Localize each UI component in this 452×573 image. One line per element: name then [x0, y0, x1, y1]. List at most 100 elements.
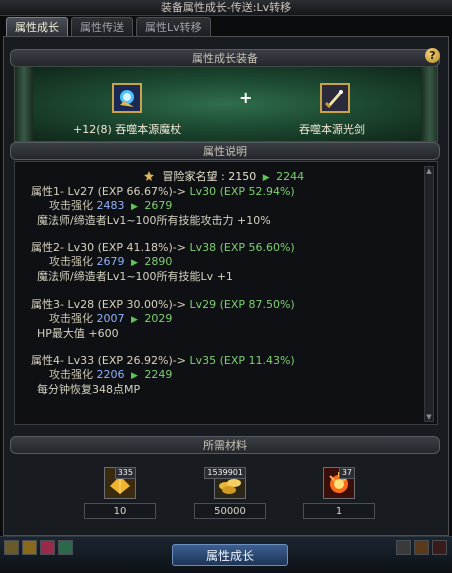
- attribute-4-stat-from: 2206: [96, 368, 125, 381]
- attribute-1-stat-line: 攻击强化 2483 ▶ 2679: [31, 199, 295, 214]
- hud-slot-icon[interactable]: [414, 540, 429, 555]
- attribute-3-effect: HP最大值 +600: [37, 327, 119, 340]
- panel-pillar-left: [15, 67, 33, 141]
- attribute-1-exp-to: (EXP 52.94%): [219, 185, 295, 198]
- panel-pillar-right: [421, 67, 437, 141]
- attribute-1-name: 属性1-: [31, 185, 64, 198]
- attribute-2-exp-to: (EXP 56.60%): [219, 241, 295, 254]
- hud-slot-icon[interactable]: [432, 540, 447, 555]
- attribute-1-lv-to: Lv30: [189, 185, 217, 198]
- attribute-1-level-line: 属性1- Lv27 (EXP 66.67%)-> Lv30 (EXP 52.94…: [31, 185, 295, 199]
- attribute-4-lv-to: Lv35: [189, 354, 217, 367]
- arrow-right-icon: ▶: [131, 315, 138, 325]
- window-title: 装备属性成长-传送:Lv转移: [0, 0, 452, 16]
- attribute-4-name: 属性4-: [31, 354, 64, 367]
- arrow-right-icon: ▶: [131, 371, 138, 381]
- source-equip-name: +12(8) 吞噬本源魔杖: [73, 121, 181, 137]
- attribute-block-2: 属性2- Lv30 (EXP 41.18%)-> Lv38 (EXP 56.60…: [31, 241, 295, 284]
- attribute-3-lv-to: Lv29: [189, 298, 217, 311]
- source-equip-slot[interactable]: [112, 83, 142, 113]
- help-button[interactable]: ?: [425, 48, 440, 63]
- material-slot-1[interactable]: 335: [104, 467, 136, 499]
- attribute-4-stat-to: 2249: [144, 368, 173, 381]
- attribute-block-3: 属性3- Lv28 (EXP 30.00%)-> Lv29 (EXP 87.50…: [31, 298, 295, 341]
- material-1-required: 10: [84, 503, 156, 519]
- tab-bar: 属性成长 属性传送 属性Lv转移: [6, 17, 211, 37]
- attribute-1-effect: 魔法师/缔造者Lv1~100所有技能攻击力 +10%: [37, 214, 271, 227]
- fame-label: 冒险家名望 :: [162, 170, 225, 183]
- hud-slot-icon[interactable]: [4, 540, 19, 555]
- material-2-owned: 1539901: [204, 467, 246, 479]
- attribute-2-lv-from: Lv30: [67, 241, 95, 254]
- attribute-1-stat-label: 攻击强化: [49, 199, 93, 212]
- tab-attribute-transfer[interactable]: 属性传送: [71, 17, 133, 37]
- attribute-3-lv-from: Lv28: [67, 298, 95, 311]
- material-slot-2[interactable]: 1539901: [204, 467, 246, 499]
- attribute-1-stat-from: 2483: [96, 199, 125, 212]
- scroll-up-icon[interactable]: ▲: [425, 167, 433, 175]
- attribute-3-stat-label: 攻击强化: [49, 312, 93, 325]
- equip-section-header: 属性成长装备: [10, 49, 440, 67]
- attribute-2-stat-to: 2890: [144, 255, 173, 268]
- attribute-4-lv-from: Lv33: [67, 354, 95, 367]
- attribute-4-exp-to: (EXP 11.43%): [219, 354, 295, 367]
- attribute-2-stat-from: 2679: [96, 255, 125, 268]
- attribute-3-level-line: 属性3- Lv28 (EXP 30.00%)-> Lv29 (EXP 87.50…: [31, 298, 295, 312]
- attribute-2-level-line: 属性2- Lv30 (EXP 41.18%)-> Lv38 (EXP 56.60…: [31, 241, 295, 255]
- fame-crest-icon: [144, 171, 154, 181]
- material-3-required: 1: [303, 503, 375, 519]
- attribute-3-stat-from: 2007: [96, 312, 125, 325]
- attribute-1-stat-to: 2679: [144, 199, 173, 212]
- material-slot-3[interactable]: 37: [323, 467, 355, 499]
- attribute-2-stat-line: 攻击强化 2679 ▶ 2890: [31, 255, 295, 270]
- attribute-2-stat-label: 攻击强化: [49, 255, 93, 268]
- attribute-block-4: 属性4- Lv33 (EXP 26.92%)-> Lv35 (EXP 11.43…: [31, 354, 295, 397]
- attribute-2-name: 属性2-: [31, 241, 64, 254]
- fame-line: 冒险家名望 : 2150 ▶ 2244: [143, 168, 304, 184]
- attribute-4-effect: 每分钟恢复348点MP: [37, 383, 141, 396]
- hud-slot-icon[interactable]: [396, 540, 411, 555]
- attribute-4-exp-from: (EXP 26.92%)->: [97, 354, 186, 367]
- material-2-required: 50000: [194, 503, 266, 519]
- attribute-3-name: 属性3-: [31, 298, 64, 311]
- fame-next: 2244: [276, 170, 305, 183]
- attribute-3-stat-to: 2029: [144, 312, 173, 325]
- hud-slot-icon[interactable]: [58, 540, 73, 555]
- target-equip-name: 吞噬本源光剑: [299, 123, 365, 136]
- attribute-2-exp-from: (EXP 41.18%)->: [97, 241, 186, 254]
- tab-attribute-growth[interactable]: 属性成长: [6, 17, 68, 37]
- attribute-growth-button[interactable]: 属性成长: [172, 544, 288, 566]
- attribute-2-effect: 魔法师/缔造者Lv1~100所有技能Lv +1: [37, 270, 233, 283]
- attribute-3-exp-to: (EXP 87.50%): [219, 298, 295, 311]
- materials-section-header: 所需材料: [10, 436, 440, 454]
- attribute-1-exp-from: (EXP 66.67%)->: [97, 185, 186, 198]
- hud-heart-icon[interactable]: [40, 540, 55, 555]
- attribute-1-lv-from: Lv27: [67, 185, 95, 198]
- plus-sign: +: [239, 88, 253, 107]
- fame-current: 2150: [228, 170, 257, 183]
- material-1-owned: 335: [114, 467, 136, 479]
- arrow-right-icon: ▶: [131, 202, 138, 212]
- attribute-4-stat-label: 攻击强化: [49, 368, 93, 381]
- attribute-3-exp-from: (EXP 30.00%)->: [97, 298, 186, 311]
- attribute-3-stat-line: 攻击强化 2007 ▶ 2029: [31, 312, 295, 327]
- source-equip-label: 吞噬本源魔杖: [115, 123, 182, 136]
- fame-arrow-icon: ▶: [262, 173, 270, 183]
- tab-attribute-lv-transfer[interactable]: 属性Lv转移: [136, 17, 211, 37]
- light-sword-icon: [322, 85, 348, 111]
- material-3-owned: 37: [338, 467, 355, 479]
- target-equip-slot[interactable]: [320, 83, 350, 113]
- scroll-down-icon[interactable]: ▼: [425, 413, 433, 421]
- attribute-block-1: 属性1- Lv27 (EXP 66.67%)-> Lv30 (EXP 52.94…: [31, 185, 295, 228]
- source-equip-enhance: +12(8): [73, 123, 112, 136]
- attribute-4-stat-line: 攻击强化 2206 ▶ 2249: [31, 368, 295, 383]
- stats-scrollbar[interactable]: ▲ ▼: [424, 166, 434, 422]
- stats-section-header: 属性说明: [10, 142, 440, 160]
- attribute-4-level-line: 属性4- Lv33 (EXP 26.92%)-> Lv35 (EXP 11.43…: [31, 354, 295, 368]
- hud-slot-icon[interactable]: [22, 540, 37, 555]
- magic-staff-icon: [114, 85, 140, 111]
- stats-box: 冒险家名望 : 2150 ▶ 2244 属性1- Lv27 (EXP 66.67…: [14, 161, 438, 425]
- arrow-right-icon: ▶: [131, 258, 138, 268]
- equip-panel: + +12(8) 吞噬本源魔杖 吞噬本源光剑: [14, 66, 438, 142]
- attribute-2-lv-to: Lv38: [189, 241, 217, 254]
